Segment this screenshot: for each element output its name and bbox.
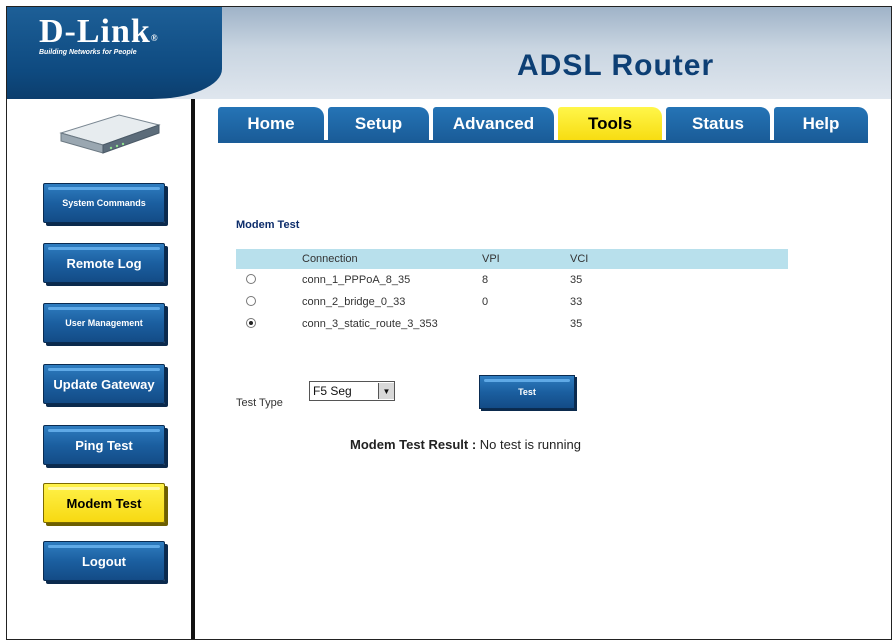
tab-status[interactable]: Status [666,107,770,141]
sidebar-item-label: User Management [65,318,143,328]
sidebar-item-modem-test[interactable]: Modem Test [43,483,165,523]
sidebar-item-user-management[interactable]: User Management [43,303,165,343]
tab-help[interactable]: Help [774,107,868,141]
sidebar-item-label: Ping Test [75,437,133,453]
connection-table: Connection VPI VCI conn_1_PPPoA_8_35 8 35 c… [236,249,788,335]
test-type-select[interactable]: F5 Seg ▼ [309,381,395,401]
sidebar-item-system-commands[interactable]: System Commands [43,183,165,223]
main-tabs: Home Setup Advanced Tools Status Help [218,107,868,141]
sidebar-divider [191,99,195,639]
row-select-cell [236,313,302,335]
dlink-logo: D-Link® [39,13,159,51]
brand-panel: D-Link® Building Networks for People [7,7,222,99]
table-header-row: Connection VPI VCI [236,249,788,269]
test-type-label: Test Type [236,397,283,409]
content-area: Modem Test Connection VPI VCI conn_1_PPP… [218,143,868,639]
connection-cell: conn_1_PPPoA_8_35 [302,274,411,286]
router-device-icon [59,114,161,154]
sidebar: System Commands Remote Log User Management… [7,99,190,639]
table-row: conn_2_bridge_0_33 0 33 [236,291,788,313]
test-result-value: No test is running [479,437,581,452]
connection-radio[interactable] [246,295,256,306]
sidebar-item-logout[interactable]: Logout [43,541,165,581]
test-result-label: Modem Test Result : [350,437,477,452]
vci-cell: 33 [570,296,583,308]
sidebar-item-remote-log[interactable]: Remote Log [43,243,165,283]
connection-radio[interactable] [246,273,256,284]
test-result: Modem Test Result : No test is running [350,437,581,452]
section-title: Modem Test [236,219,300,231]
header-connection: Connection [302,249,482,269]
vpi-cell [482,313,570,335]
header-banner: D-Link® Building Networks for People ADS… [7,7,891,99]
header-vpi: VPI [482,249,570,269]
vci-cell: 35 [570,318,583,330]
tab-tools[interactable]: Tools [558,107,662,141]
test-button[interactable]: Test [479,375,575,409]
product-title: ADSL Router [517,49,715,82]
vci-cell: 35 [570,274,583,286]
test-button-label: Test [518,387,536,397]
test-type-value: F5 Seg [313,384,352,398]
connection-radio[interactable] [246,317,256,328]
connection-cell: conn_3_static_route_3_353 [302,318,438,330]
vpi-cell: 8 [482,274,489,286]
sidebar-item-update-gateway[interactable]: Update Gateway [43,364,165,404]
table-row: conn_3_static_route_3_353 35 [236,313,788,335]
vpi-cell: 0 [482,296,489,308]
sidebar-item-label: System Commands [62,198,146,208]
sidebar-item-label: Modem Test [66,495,142,511]
tab-advanced[interactable]: Advanced [433,107,554,141]
tab-home[interactable]: Home [218,107,324,141]
dropdown-arrow-icon[interactable]: ▼ [378,383,394,399]
header-select [236,249,302,269]
connection-cell: conn_2_bridge_0_33 [302,296,406,308]
header-vci: VCI [570,249,788,269]
row-select-cell [236,291,302,313]
sidebar-item-label: Remote Log [66,255,142,271]
logo-registered-mark: ® [150,33,159,43]
row-select-cell [236,269,302,291]
sidebar-item-label: Logout [81,553,127,569]
sidebar-item-label: Update Gateway [53,376,155,392]
logo-tagline: Building Networks for People [39,49,137,56]
router-admin-page: D-Link® Building Networks for People ADS… [6,6,892,640]
tab-setup[interactable]: Setup [328,107,429,141]
table-row: conn_1_PPPoA_8_35 8 35 [236,269,788,291]
logo-text: D-Link [39,13,151,50]
sidebar-item-ping-test[interactable]: Ping Test [43,425,165,465]
